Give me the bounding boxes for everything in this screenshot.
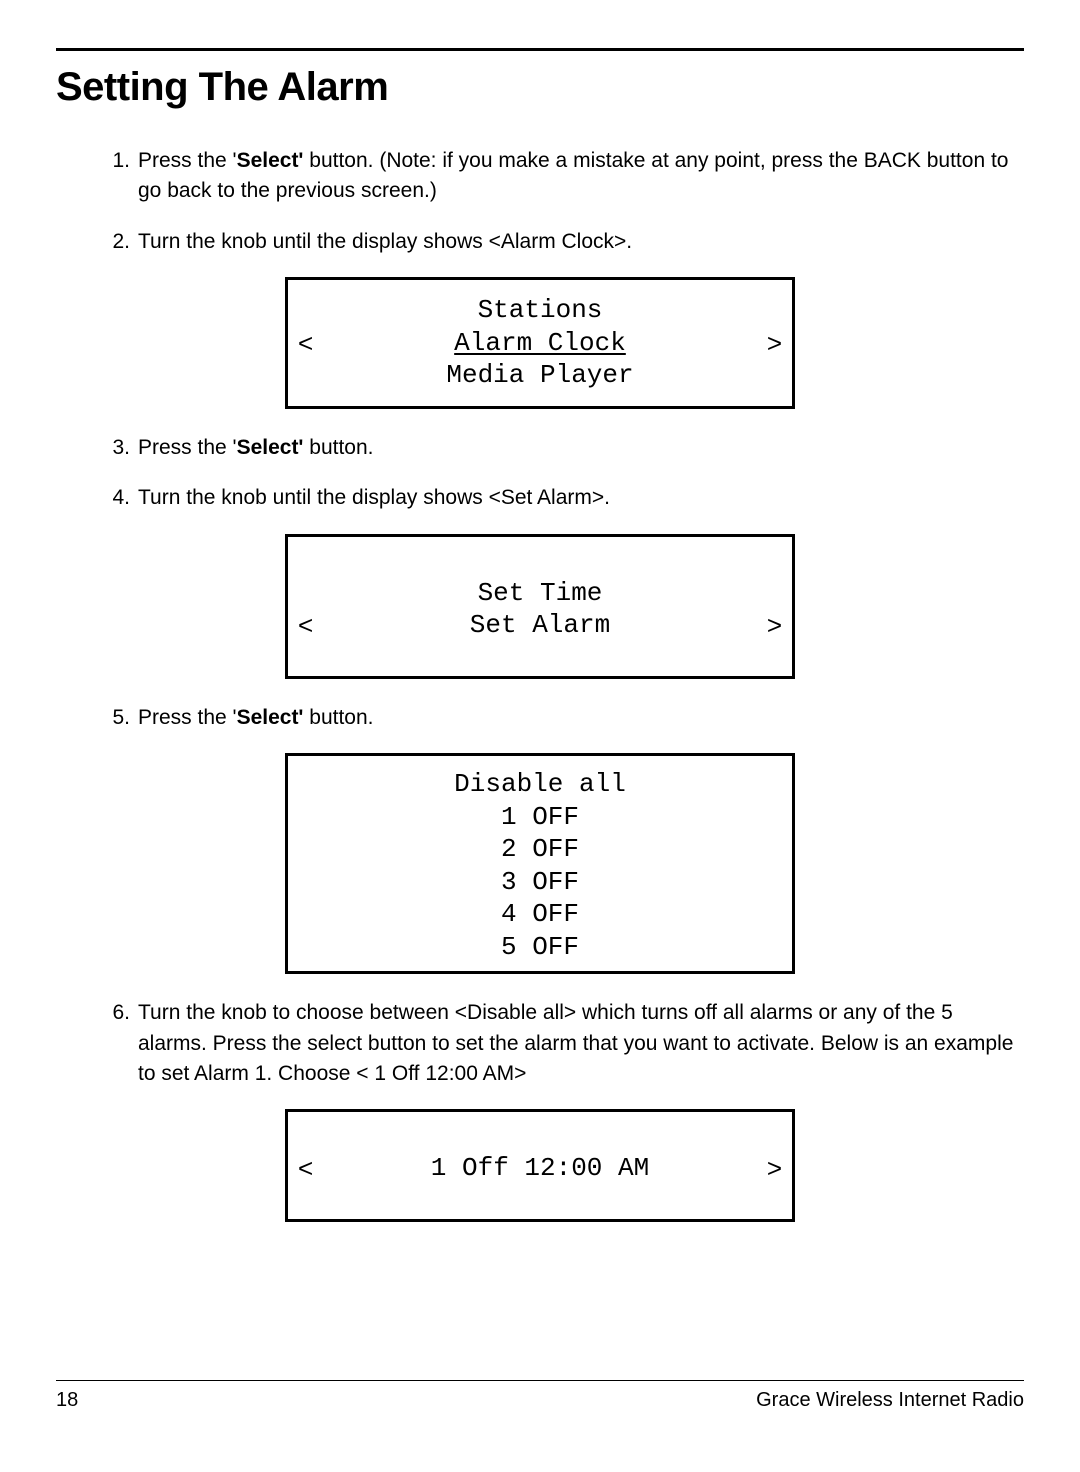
step-6: 6. Turn the knob to choose between <Disa… bbox=[104, 998, 1024, 1089]
page-title: Setting The Alarm bbox=[56, 65, 1024, 110]
lcd-display-3: Disable all 1 OFF 2 OFF 3 OFF 4 OFF 5 OF… bbox=[285, 753, 795, 974]
step-number: 1. bbox=[104, 146, 130, 207]
display-selected-row: < Alarm Clock > bbox=[298, 327, 782, 360]
arrow-right-icon: > bbox=[760, 327, 782, 360]
display-line: 5 OFF bbox=[298, 931, 782, 964]
step-text-post: button. bbox=[303, 706, 373, 729]
step-4: 4. Turn the knob until the display shows… bbox=[104, 483, 1024, 513]
step-5: 5. Press the 'Select' button. bbox=[104, 703, 1024, 733]
step-text: Turn the knob until the display shows <S… bbox=[138, 483, 610, 513]
display-line: 4 OFF bbox=[298, 898, 782, 931]
step-number: 3. bbox=[104, 433, 130, 463]
top-rule bbox=[56, 48, 1024, 51]
display-selected: Set Alarm bbox=[320, 609, 760, 642]
arrow-left-icon: < bbox=[298, 1152, 320, 1185]
display-selected: 1 Off 12:00 AM bbox=[320, 1152, 760, 1185]
step-3: 3. Press the 'Select' button. bbox=[104, 433, 1024, 463]
step-text-bold: Select' bbox=[237, 706, 304, 729]
display-selected-row: < 1 Off 12:00 AM > bbox=[298, 1152, 782, 1185]
step-text-bold: Select' bbox=[237, 149, 304, 172]
step-text: Turn the knob to choose between <Disable… bbox=[138, 998, 1024, 1089]
instruction-steps: 3. Press the 'Select' button. 4. Turn th… bbox=[56, 433, 1024, 514]
step-text: Turn the knob until the display shows <A… bbox=[138, 227, 632, 257]
display-selected: Alarm Clock bbox=[320, 327, 760, 360]
lcd-display-2: Set Time < Set Alarm > bbox=[285, 534, 795, 679]
display-selected-row: < Set Alarm > bbox=[298, 609, 782, 642]
step-1: 1. Press the 'Select' button. (Note: if … bbox=[104, 146, 1024, 207]
step-text-pre: Press the ' bbox=[138, 706, 237, 729]
display-line: Media Player bbox=[298, 359, 782, 392]
lcd-display-4: < 1 Off 12:00 AM > bbox=[285, 1109, 795, 1222]
display-line: 1 OFF bbox=[298, 801, 782, 834]
display-line: Set Time bbox=[298, 577, 782, 610]
instruction-steps: 1. Press the 'Select' button. (Note: if … bbox=[56, 146, 1024, 257]
display-line: Stations bbox=[298, 294, 782, 327]
product-name: Grace Wireless Internet Radio bbox=[756, 1389, 1024, 1412]
arrow-left-icon: < bbox=[298, 609, 320, 642]
step-number: 6. bbox=[104, 998, 130, 1089]
instruction-steps: 6. Turn the knob to choose between <Disa… bbox=[56, 998, 1024, 1089]
step-text: Press the 'Select' button. bbox=[138, 703, 374, 733]
page-footer: 18 Grace Wireless Internet Radio bbox=[56, 1380, 1024, 1412]
page-number: 18 bbox=[56, 1389, 78, 1412]
arrow-right-icon: > bbox=[760, 1152, 782, 1185]
step-number: 2. bbox=[104, 227, 130, 257]
step-number: 5. bbox=[104, 703, 130, 733]
display-line: 2 OFF bbox=[298, 833, 782, 866]
step-2: 2. Turn the knob until the display shows… bbox=[104, 227, 1024, 257]
display-line: 3 OFF bbox=[298, 866, 782, 899]
step-text: Press the 'Select' button. (Note: if you… bbox=[138, 146, 1024, 207]
footer-rule bbox=[56, 1380, 1024, 1381]
step-text-pre: Press the ' bbox=[138, 149, 237, 172]
arrow-left-icon: < bbox=[298, 327, 320, 360]
instruction-steps: 5. Press the 'Select' button. bbox=[56, 703, 1024, 733]
step-text-bold: Select' bbox=[237, 436, 304, 459]
arrow-right-icon: > bbox=[760, 609, 782, 642]
step-text-pre: Press the ' bbox=[138, 436, 237, 459]
display-line: Disable all bbox=[298, 768, 782, 801]
lcd-display-1: Stations < Alarm Clock > Media Player bbox=[285, 277, 795, 409]
step-text-post: button. bbox=[303, 436, 373, 459]
step-number: 4. bbox=[104, 483, 130, 513]
step-text: Press the 'Select' button. bbox=[138, 433, 374, 463]
